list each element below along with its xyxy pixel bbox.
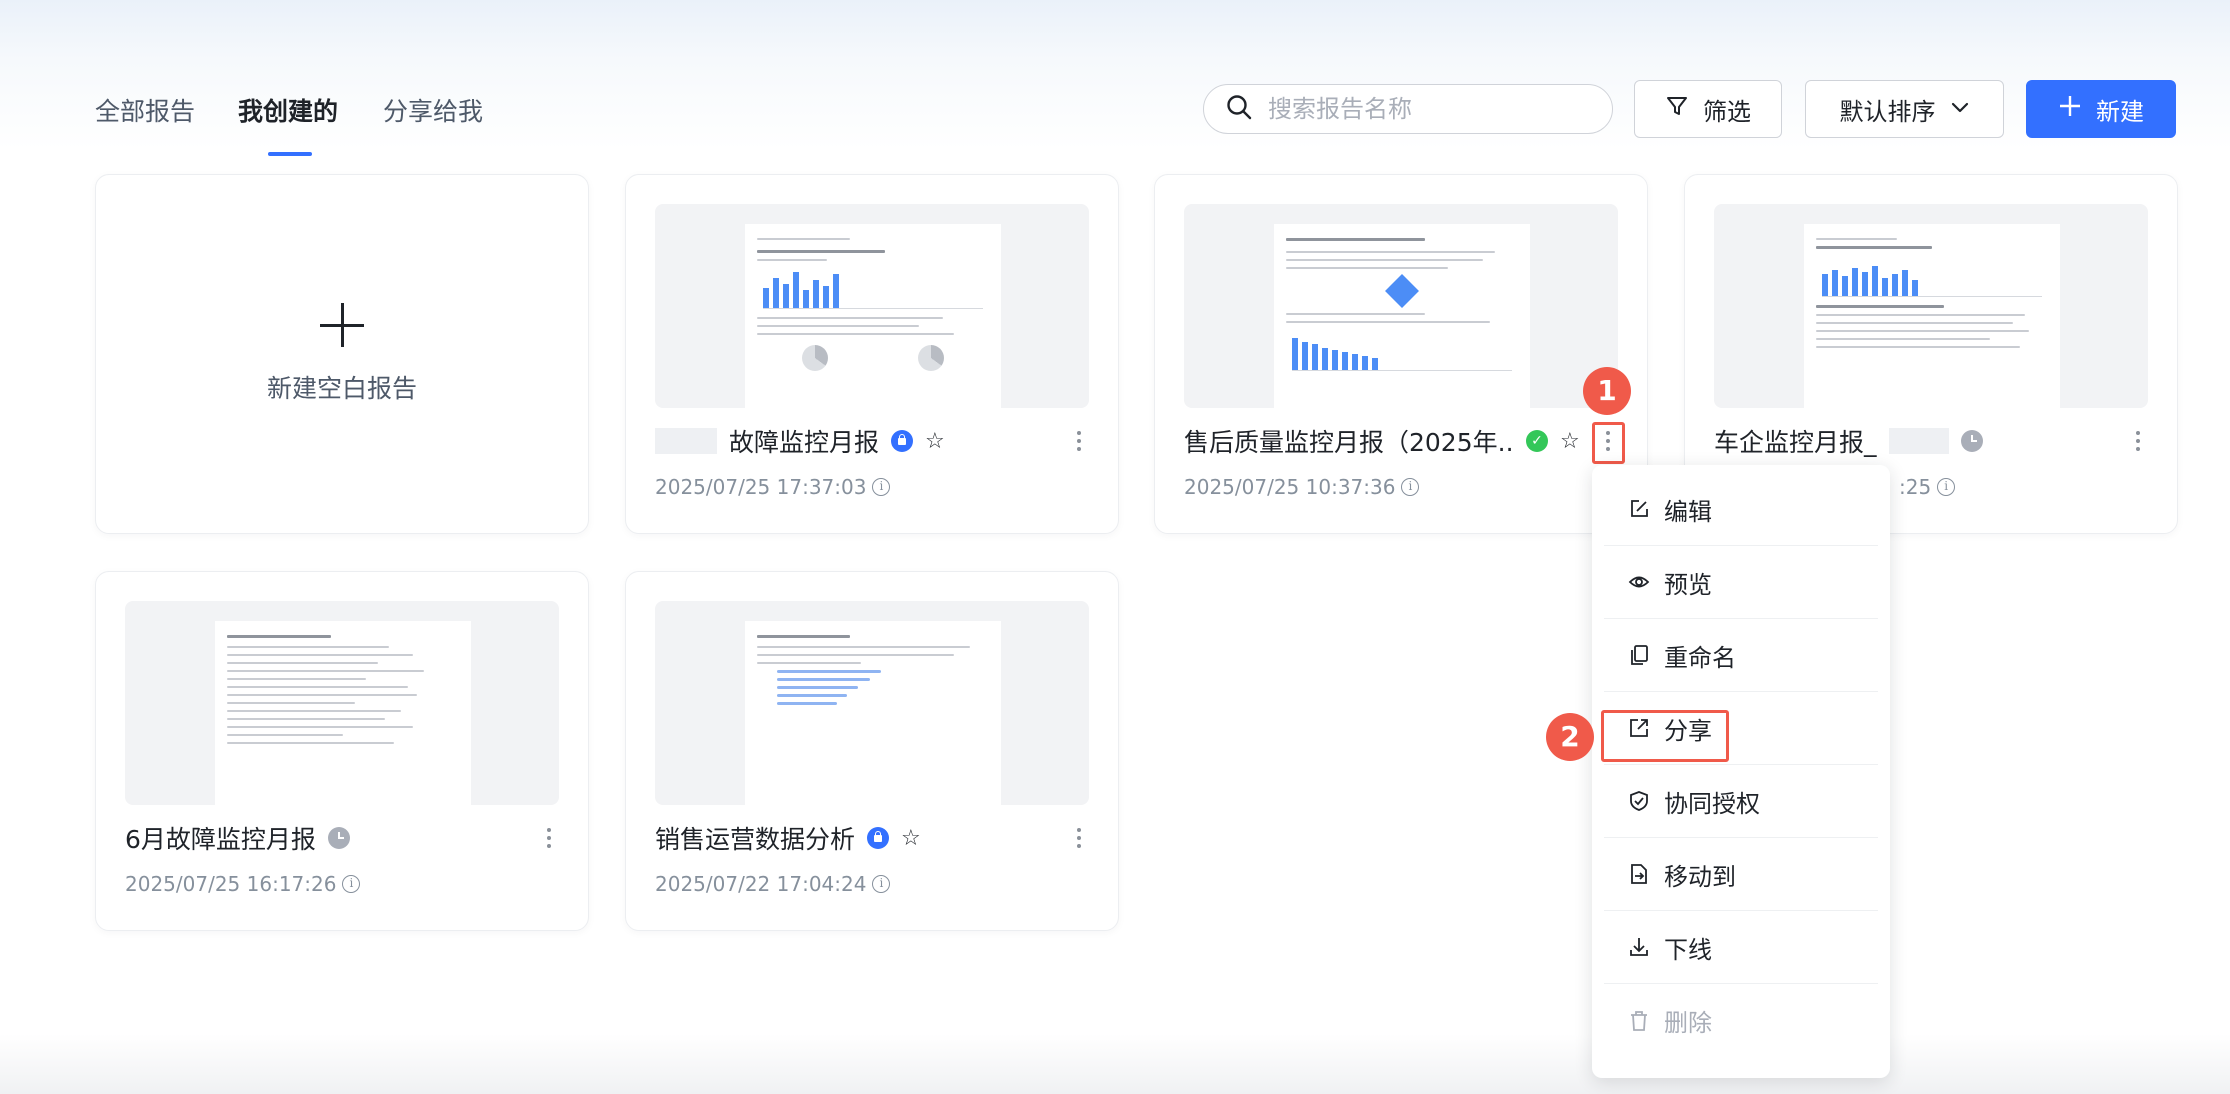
menu-label: 移动到 xyxy=(1664,862,1736,891)
info-icon[interactable]: i xyxy=(872,478,891,496)
report-card[interactable]: 6月故障监控月报 2025/07/25 16:17:26 i xyxy=(95,571,589,931)
lock-icon xyxy=(891,430,914,452)
info-icon[interactable]: i xyxy=(342,875,361,893)
move-icon xyxy=(1628,863,1650,885)
report-date: 2025/07/25 10:37:36 xyxy=(1184,475,1396,499)
info-icon[interactable]: i xyxy=(1937,478,1956,496)
menu-label: 下线 xyxy=(1664,935,1712,964)
search-input[interactable] xyxy=(1268,95,1588,123)
report-thumbnail xyxy=(655,601,1089,805)
context-menu: 编辑 预览 重命名 分享 协同授权 移动到 下线 删除 xyxy=(1592,465,1890,1078)
new-blank-report-label: 新建空白报告 xyxy=(266,374,417,403)
menu-label: 协同授权 xyxy=(1664,789,1760,818)
report-thumbnail xyxy=(1714,204,2148,408)
info-icon[interactable]: i xyxy=(872,875,891,893)
sort-label: 默认排序 xyxy=(1839,97,1936,126)
more-menu-icon[interactable] xyxy=(2129,425,2147,457)
download-icon xyxy=(1628,936,1650,958)
search-box[interactable] xyxy=(1203,84,1613,134)
report-title[interactable]: 销售运营数据分析 xyxy=(655,820,855,856)
report-thumbnail xyxy=(1184,204,1618,408)
check-icon: ✓ xyxy=(1526,430,1548,452)
report-date: 2025/07/22 17:04:24 xyxy=(655,872,867,896)
more-menu-icon[interactable] xyxy=(1070,822,1088,854)
star-icon[interactable]: ☆ xyxy=(925,429,945,454)
menu-item-preview[interactable]: 预览 xyxy=(1604,546,1878,619)
rename-icon xyxy=(1628,644,1650,666)
report-thumbnail xyxy=(655,204,1089,408)
highlight-more-button xyxy=(1592,422,1625,464)
step-2-badge: 2 xyxy=(1546,713,1594,761)
report-card[interactable]: 销售运营数据分析 ☆ 2025/07/22 17:04:24 i xyxy=(625,571,1119,931)
report-thumbnail xyxy=(125,601,559,805)
menu-label: 删除 xyxy=(1664,1009,1712,1037)
lock-icon xyxy=(867,827,890,849)
filter-label: 筛选 xyxy=(1703,97,1751,126)
edit-icon xyxy=(1628,498,1650,520)
bottom-fade xyxy=(0,1034,2230,1094)
shield-icon xyxy=(1628,790,1650,812)
more-menu-icon[interactable] xyxy=(1070,425,1088,457)
report-card[interactable]: 售后质量监控月报（2025年... ✓ ☆ 2025/07/25 10:37:3… xyxy=(1154,174,1648,534)
report-title[interactable]: 售后质量监控月报（2025年... xyxy=(1184,423,1514,459)
menu-item-edit[interactable]: 编辑 xyxy=(1604,473,1878,546)
chevron-down-icon xyxy=(1950,95,1970,123)
plus-icon xyxy=(2058,94,2082,124)
menu-label: 重命名 xyxy=(1664,643,1736,672)
step-1-badge: 1 xyxy=(1583,367,1631,415)
menu-label: 预览 xyxy=(1664,570,1712,599)
menu-label: 编辑 xyxy=(1664,497,1712,526)
report-title[interactable]: 故障监控月报 xyxy=(729,423,879,459)
menu-item-delete[interactable]: 删除 xyxy=(1604,984,1878,1057)
info-icon[interactable]: i xyxy=(1401,478,1420,496)
active-tab-indicator xyxy=(268,152,312,156)
new-button[interactable]: 新建 xyxy=(2026,80,2176,138)
new-button-label: 新建 xyxy=(2096,97,2144,126)
report-card[interactable]: 故障监控月报 ☆ 2025/07/25 17:37:03 i xyxy=(625,174,1119,534)
menu-item-rename[interactable]: 重命名 xyxy=(1604,619,1878,692)
report-date: 2025/07/25 17:37:03 xyxy=(655,475,867,499)
report-title[interactable]: 6月故障监控月报 xyxy=(125,820,316,856)
plus-icon xyxy=(320,303,364,347)
filter-button[interactable]: 筛选 xyxy=(1634,80,1782,138)
redacted-text xyxy=(1888,428,1949,454)
search-icon xyxy=(1226,94,1252,124)
new-blank-report-card[interactable]: 新建空白报告 xyxy=(95,174,589,534)
menu-item-offline[interactable]: 下线 xyxy=(1604,911,1878,984)
star-icon[interactable]: ☆ xyxy=(1560,429,1580,454)
tab-shared-with-me[interactable]: 分享给我 xyxy=(383,92,483,128)
clock-icon xyxy=(327,827,350,849)
star-icon[interactable]: ☆ xyxy=(901,826,921,851)
menu-item-collab-permission[interactable]: 协同授权 xyxy=(1604,765,1878,838)
trash-icon xyxy=(1628,1010,1650,1032)
report-date: 2025/07/25 16:17:26 xyxy=(125,872,337,896)
redacted-text xyxy=(655,428,717,454)
menu-item-move-to[interactable]: 移动到 xyxy=(1604,838,1878,911)
more-menu-icon[interactable] xyxy=(540,822,558,854)
tab-all-reports[interactable]: 全部报告 xyxy=(95,92,195,128)
sort-select[interactable]: 默认排序 xyxy=(1805,80,2004,138)
report-title[interactable]: 车企监控月报_ xyxy=(1714,423,1877,459)
highlight-share-item xyxy=(1601,710,1729,762)
tab-created-by-me[interactable]: 我创建的 xyxy=(238,92,338,128)
clock-icon xyxy=(1960,430,1983,452)
filter-icon xyxy=(1665,94,1689,124)
eye-icon xyxy=(1628,571,1650,593)
report-date: :25 xyxy=(1899,475,1932,499)
